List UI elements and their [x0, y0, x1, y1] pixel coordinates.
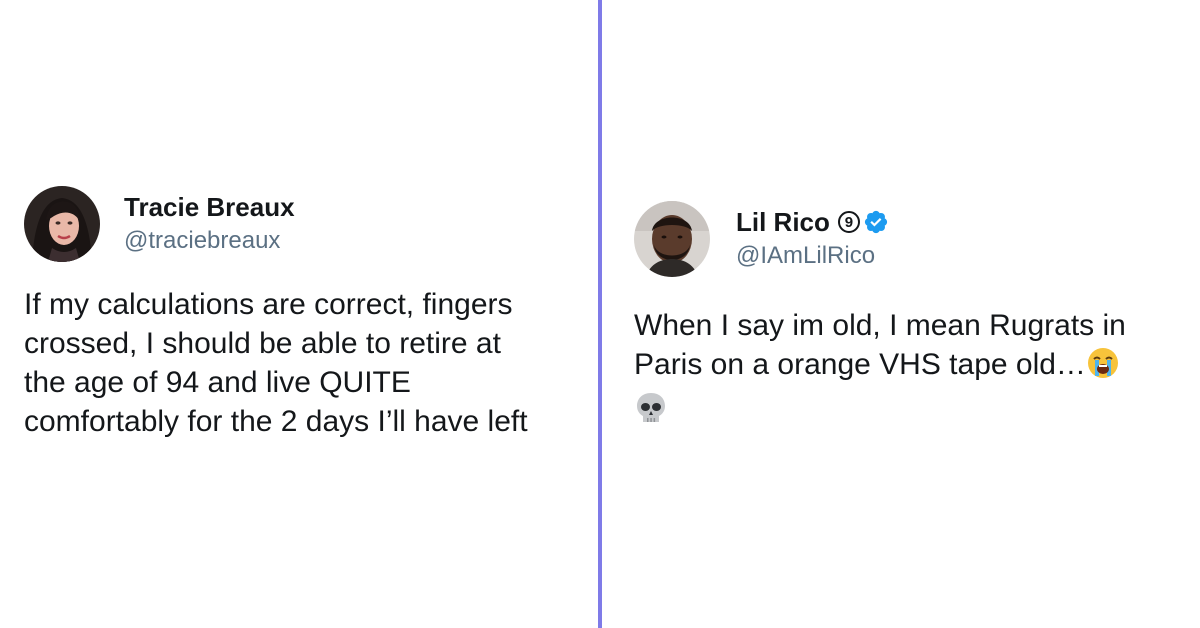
woman-avatar-icon	[24, 186, 100, 262]
tweet-header: Lil Rico 9 @IAmLilRico	[634, 200, 1194, 278]
screenshot-canvas: Tracie Breaux @traciebreaux If my calcul…	[0, 0, 1200, 628]
skull-icon	[634, 390, 668, 436]
tweet-names: Tracie Breaux @traciebreaux	[124, 192, 295, 256]
tweet-text: When I say im old, I mean Rugrats in Par…	[634, 309, 1126, 381]
tweet-names: Lil Rico 9 @IAmLilRico	[736, 207, 889, 271]
divider	[598, 0, 602, 628]
user-handle[interactable]: @IAmLilRico	[736, 241, 889, 271]
display-name[interactable]: Lil Rico	[736, 207, 830, 237]
avatar[interactable]	[24, 186, 100, 262]
verified-badge-icon	[864, 210, 888, 234]
tweet-header: Tracie Breaux @traciebreaux	[24, 185, 584, 263]
tweet-card-right: Lil Rico 9 @IAmLilRico When I say im old…	[634, 200, 1194, 436]
display-name-row: Tracie Breaux	[124, 192, 295, 222]
display-name[interactable]: Tracie Breaux	[124, 192, 295, 222]
tweet-text: If my calculations are correct, fingers …	[24, 288, 528, 438]
display-name-row: Lil Rico 9	[736, 207, 889, 237]
user-handle[interactable]: @traciebreaux	[124, 226, 295, 256]
tweet-card-left: Tracie Breaux @traciebreaux If my calcul…	[24, 185, 584, 441]
man-avatar-icon	[634, 201, 710, 277]
tweet-text-container: When I say im old, I mean Rugrats in Par…	[634, 306, 1194, 436]
avatar[interactable]	[634, 201, 710, 277]
circled-number-badge: 9	[837, 211, 860, 233]
loudly-crying-face-icon	[1086, 346, 1120, 390]
